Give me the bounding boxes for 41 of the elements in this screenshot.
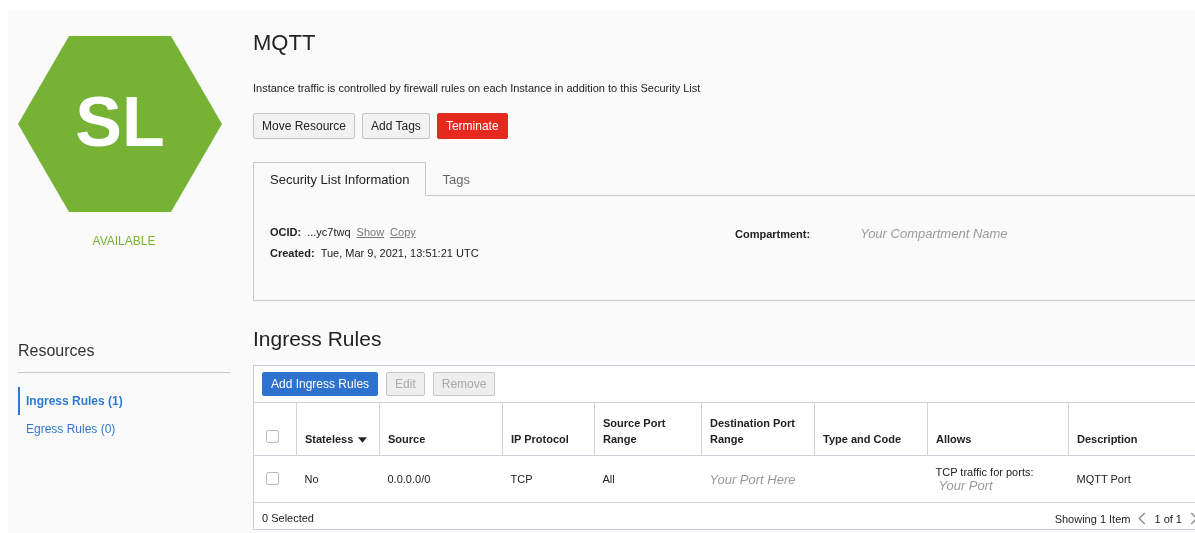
column-header: Source [379, 402, 503, 456]
tab[interactable]: Security List Information [253, 162, 427, 196]
table-cell: TCP [502, 455, 595, 503]
table-cell: All [594, 455, 702, 503]
ocid-label: OCID: [270, 226, 302, 238]
table-cell: 0.0.0.0/0 [379, 455, 503, 503]
tab[interactable]: Tags [426, 163, 486, 196]
ocid-value: ...yc7twq [307, 226, 351, 238]
column-header: Description [1068, 402, 1195, 456]
column-header[interactable]: Stateless [296, 402, 380, 456]
column-header: Destination Port Range [701, 402, 815, 456]
section-title: Ingress Rules [253, 327, 383, 351]
resource-link[interactable]: Egress Rules (0) [18, 415, 230, 443]
column-header: IP Protocol [502, 402, 595, 456]
action-button[interactable]: Move Resource [253, 113, 356, 139]
table-cell: No [296, 455, 380, 503]
allows-text: TCP traffic for ports: [935, 465, 1035, 478]
page-indicator: 1 of 1 [1154, 512, 1182, 525]
resources-heading: Resources [18, 342, 230, 373]
compartment-label: Compartment: [735, 228, 811, 240]
table-cell: MQTT Port [1068, 455, 1195, 503]
description-text: Instance traffic is controlled by firewall rules on each Instance in addition to this Security List [253, 82, 702, 94]
selected-count: 0 Selected [262, 512, 314, 525]
action-button[interactable]: Add Tags [362, 113, 430, 139]
allows-port: Your Port [938, 477, 994, 493]
showing-count: Showing 1 Item [1054, 512, 1131, 525]
show-link[interactable]: Show [356, 226, 385, 238]
table-cell: Your Port Here [701, 455, 815, 503]
column-header: Source Port Range [594, 402, 702, 456]
hexagon-badge: SL [18, 36, 222, 212]
created-value: Tue, Mar 9, 2021, 13:51:21 UTC [320, 247, 479, 259]
action-button[interactable]: Terminate [436, 113, 508, 139]
resource-link[interactable]: Ingress Rules (1) [18, 387, 230, 415]
status-label: AVAILABLE [91, 234, 157, 248]
copy-link[interactable]: Copy [390, 226, 416, 238]
column-header: Type and Code [814, 402, 928, 456]
page-title: MQTT [253, 30, 317, 56]
column-header: Allows [927, 402, 1069, 456]
compartment-value: Your Compartment Name [860, 226, 1008, 241]
toolbar-button[interactable]: Add Ingress Rules [262, 372, 379, 396]
created-label: Created: [270, 247, 315, 259]
